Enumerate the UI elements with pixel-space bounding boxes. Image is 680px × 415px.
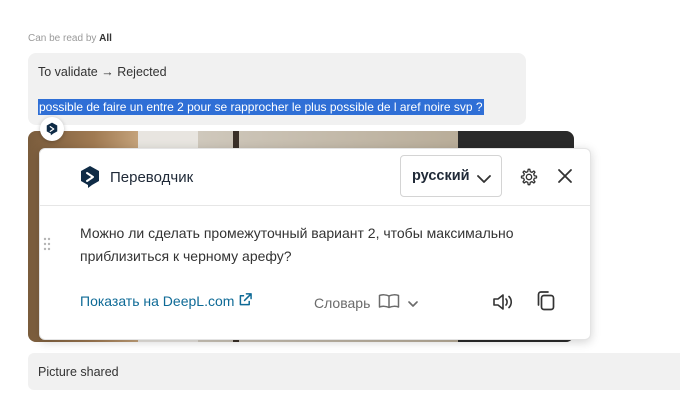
translator-header: Переводчик русский [40, 149, 590, 206]
show-on-deepl-label: Показать на DeepL.com [80, 293, 235, 309]
close-icon[interactable] [557, 168, 573, 189]
read-by-value: All [99, 33, 112, 44]
message-bubble: To validate → Rejected possible de faire… [28, 53, 526, 125]
read-by-prefix: Can be read by [28, 33, 97, 44]
status-line: To validate → Rejected [38, 65, 167, 79]
translation-text: Можно ли сделать промежуточный вариант 2… [80, 222, 550, 268]
selected-message-text[interactable]: possible de faire un entre 2 pour se rap… [38, 99, 484, 115]
picture-shared-label: Picture shared [38, 365, 119, 379]
translation-line: Можно ли сделать промежуточный вариант 2… [80, 225, 514, 241]
read-by-label: Can be read by All [28, 33, 112, 44]
translation-line: приблизиться к черному арефу? [80, 248, 292, 264]
target-language-value: русский [412, 168, 470, 184]
translator-title: Переводчик [110, 169, 194, 186]
deepl-logo-icon [80, 165, 100, 189]
translator-popup: Переводчик русский Можно ли сделать пром… [39, 148, 591, 340]
drag-handle-icon[interactable] [43, 237, 51, 251]
chevron-down-icon [477, 171, 491, 189]
show-on-deepl-link[interactable]: Показать на DeepL.com [80, 293, 253, 309]
chevron-down-icon [408, 295, 419, 311]
book-icon [378, 293, 400, 312]
gear-icon[interactable] [519, 167, 539, 192]
external-link-icon [239, 293, 253, 309]
speaker-icon[interactable] [492, 292, 514, 317]
copy-icon[interactable] [535, 290, 557, 317]
deepl-badge-icon[interactable] [40, 117, 64, 141]
target-language-select[interactable]: русский [400, 155, 502, 197]
dictionary-toggle[interactable]: Словарь [314, 293, 419, 312]
picture-shared-message: Picture shared [28, 353, 680, 390]
dictionary-label: Словарь [314, 294, 371, 311]
